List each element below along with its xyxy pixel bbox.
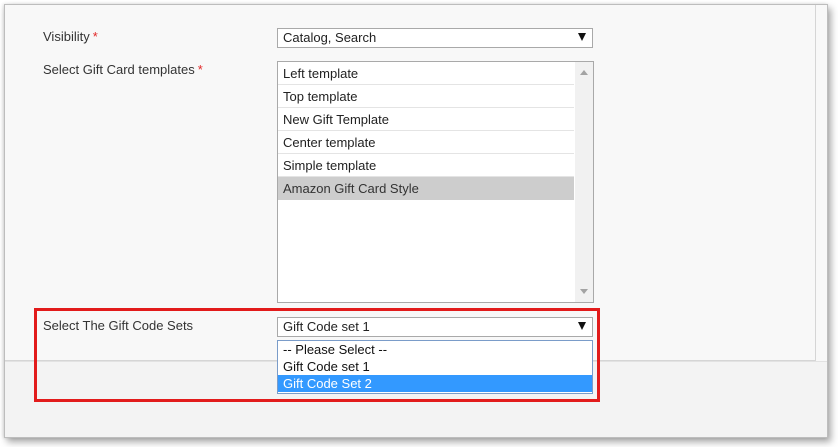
visibility-label: Visibility *: [43, 29, 98, 44]
visibility-label-text: Visibility: [43, 29, 90, 44]
templates-multiselect[interactable]: Left template Top template New Gift Temp…: [277, 61, 594, 303]
screenshot-frame: Visibility * Catalog, Search Select Gift …: [4, 4, 828, 438]
highlight-annotation-box: [34, 308, 600, 402]
template-option-selected[interactable]: Amazon Gift Card Style: [278, 177, 574, 200]
template-option[interactable]: Simple template: [278, 154, 574, 177]
dropdown-arrow-icon: [578, 33, 586, 41]
list-scrollbar[interactable]: [575, 62, 593, 302]
template-option[interactable]: Center template: [278, 131, 574, 154]
required-marker: *: [197, 62, 203, 77]
scroll-up-icon[interactable]: [580, 70, 588, 75]
templates-label-text: Select Gift Card templates: [43, 62, 195, 77]
templates-label: Select Gift Card templates *: [43, 62, 203, 77]
visibility-select-value: Catalog, Search: [283, 30, 377, 45]
template-option[interactable]: New Gift Template: [278, 108, 574, 131]
visibility-select[interactable]: Catalog, Search: [277, 28, 593, 48]
required-marker: *: [92, 29, 98, 44]
template-option[interactable]: Left template: [278, 62, 574, 85]
scroll-down-icon[interactable]: [580, 289, 588, 294]
template-option[interactable]: Top template: [278, 85, 574, 108]
